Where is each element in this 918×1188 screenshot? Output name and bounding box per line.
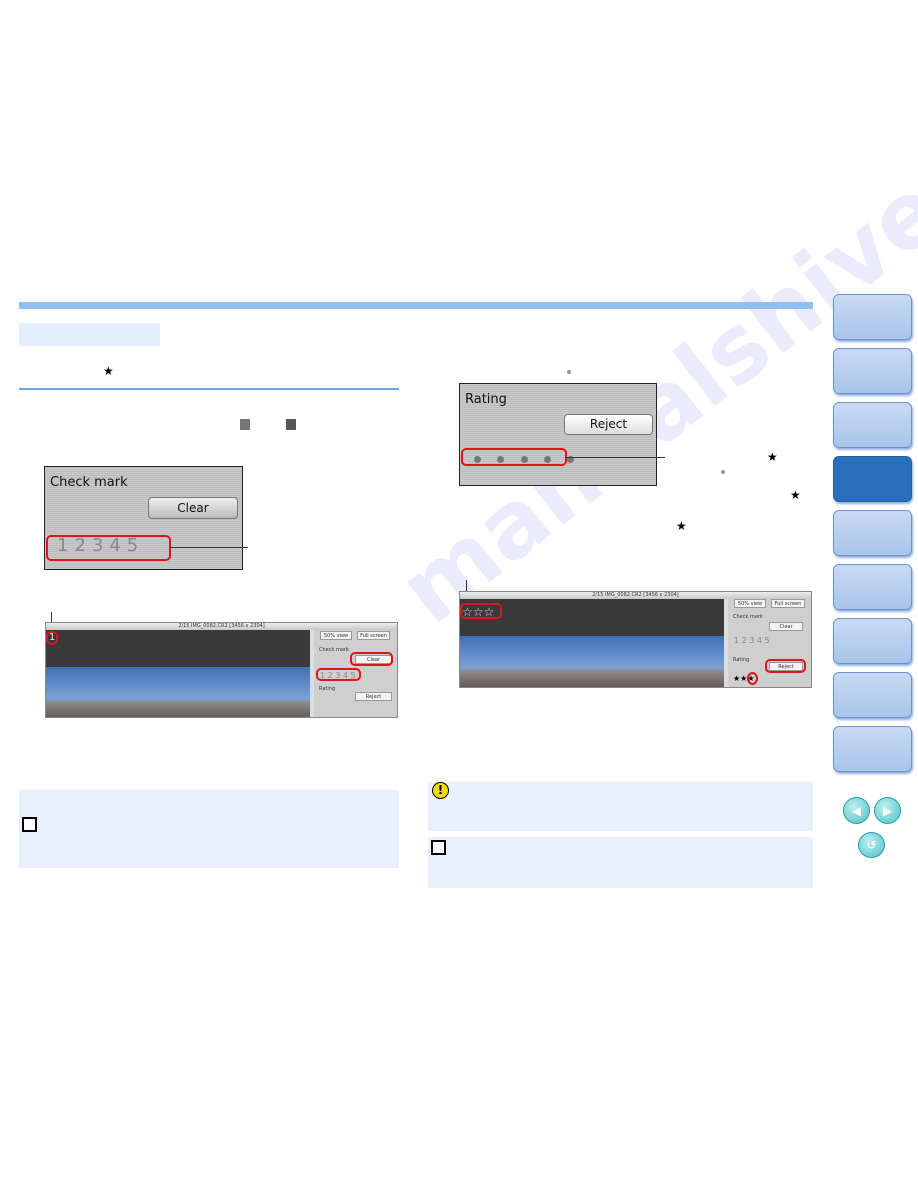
check-mark-5-icon: [286, 419, 296, 430]
reject-button[interactable]: Reject: [355, 692, 392, 701]
star-icon: ★: [103, 364, 114, 378]
check-mark-panel: Check mark Clear 12345: [44, 466, 243, 570]
window-titlebar: 2/15 IMG_0082.CR2 [3456 x 2304]: [460, 592, 811, 599]
side-tab-3[interactable]: [833, 402, 912, 448]
rating-dot-icon: [721, 470, 725, 474]
check-mark-1-icon: [240, 419, 250, 430]
return-button[interactable]: ↺: [858, 832, 885, 858]
clear-button[interactable]: Clear: [769, 622, 803, 631]
mountain-photo: [460, 636, 724, 687]
star-icon: ★: [767, 450, 778, 464]
highlight-box: [46, 535, 171, 561]
check-mark-label: Check mark: [319, 647, 349, 653]
callout-line: [565, 457, 665, 458]
viewer-sidebar: 50% view Full screen Check mark Clear 1 …: [728, 599, 811, 687]
heading-rule: [19, 388, 399, 390]
side-tab-2[interactable]: [833, 348, 912, 394]
previous-page-button[interactable]: ◀: [843, 797, 870, 824]
panel-title: Check mark: [50, 475, 128, 490]
note-box: [428, 837, 813, 888]
rating-label: Rating: [733, 657, 750, 663]
highlight-box: [461, 448, 567, 466]
note-icon: [22, 817, 37, 832]
rating-dot-icon: [567, 370, 571, 374]
caution-icon: !: [432, 782, 449, 799]
highlight-box: [350, 652, 393, 666]
side-tab-1[interactable]: [833, 294, 912, 340]
side-tab-9[interactable]: [833, 726, 912, 772]
side-tab-4-active[interactable]: [833, 456, 912, 502]
viewer-sidebar: 50% view Full screen Check mark Clear 1 …: [314, 630, 397, 717]
50-view-button[interactable]: 50% view: [734, 599, 766, 608]
side-tab-6[interactable]: [833, 564, 912, 610]
next-page-button[interactable]: ▶: [874, 797, 901, 824]
highlight-box: [460, 603, 502, 619]
callout-line: [170, 547, 248, 548]
highlight-box: [316, 668, 361, 681]
side-tab-7[interactable]: [833, 618, 912, 664]
reject-button[interactable]: Reject: [564, 414, 653, 435]
viewer-screenshot: 2/15 IMG_0082.CR2 [3456 x 2304] 1 50% vi…: [45, 622, 398, 718]
clear-button[interactable]: Clear: [148, 497, 238, 519]
side-tab-5[interactable]: [833, 510, 912, 556]
full-screen-button[interactable]: Full screen: [771, 599, 805, 608]
section-label-box: [19, 323, 160, 346]
callout-line: [466, 580, 467, 591]
note-icon: [431, 840, 446, 855]
panel-title: Rating: [465, 392, 507, 407]
caution-box: !: [428, 782, 813, 831]
image-header: [46, 630, 310, 667]
header-bar: [19, 302, 813, 309]
side-tab-8[interactable]: [833, 672, 912, 718]
rating-panel: Rating Reject: [459, 383, 657, 486]
highlight-box: [46, 631, 58, 645]
note-box: [19, 790, 399, 868]
check-mark-numbers[interactable]: 1 2 3 4 5: [734, 636, 770, 645]
check-mark-label: Check mark: [733, 614, 763, 620]
viewer-screenshot: 2/15 IMG_0082.CR2 [3456 x 2304] ☆☆☆ 50% …: [459, 591, 812, 688]
highlight-box: [765, 659, 806, 673]
star-icon: ★: [790, 488, 801, 502]
star-icon: ★: [676, 519, 687, 533]
full-screen-button[interactable]: Full screen: [357, 631, 390, 640]
50-view-button[interactable]: 50% view: [320, 631, 352, 640]
mountain-photo: [46, 667, 310, 717]
rating-label: Rating: [319, 686, 336, 692]
highlight-box: [747, 672, 758, 685]
callout-line: [51, 612, 52, 622]
window-titlebar: 2/15 IMG_0082.CR2 [3456 x 2304]: [46, 623, 397, 630]
